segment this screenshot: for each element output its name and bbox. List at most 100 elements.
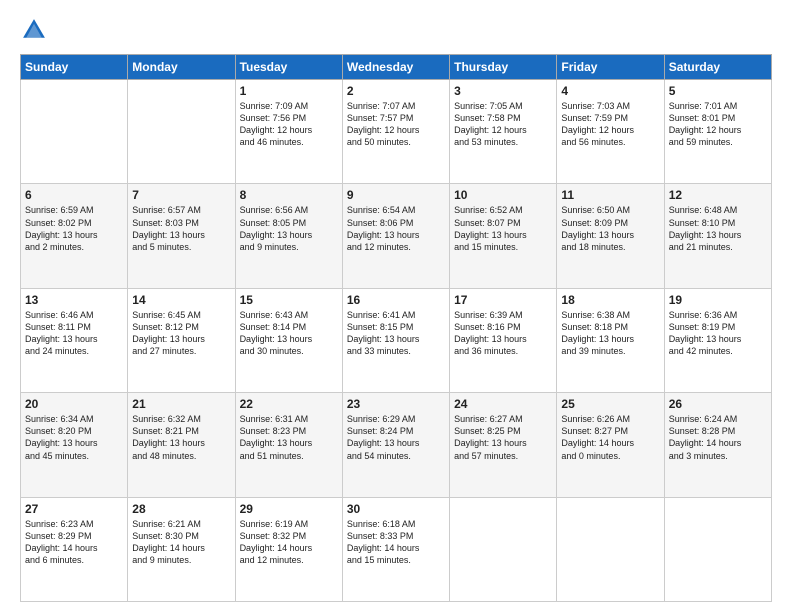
day-number: 14: [132, 293, 230, 307]
day-content: Sunrise: 6:48 AM Sunset: 8:10 PM Dayligh…: [669, 204, 767, 253]
day-content: Sunrise: 6:52 AM Sunset: 8:07 PM Dayligh…: [454, 204, 552, 253]
calendar-cell: 18 Sunrise: 6:38 AM Sunset: 8:18 PM Dayli…: [557, 288, 664, 392]
day-number: 27: [25, 502, 123, 516]
calendar-cell: [21, 80, 128, 184]
day-content: Sunrise: 6:59 AM Sunset: 8:02 PM Dayligh…: [25, 204, 123, 253]
calendar-week-0: 1 Sunrise: 7:09 AM Sunset: 7:56 PM Daylig…: [21, 80, 772, 184]
day-number: 29: [240, 502, 338, 516]
calendar-cell: 21 Sunrise: 6:32 AM Sunset: 8:21 PM Dayli…: [128, 393, 235, 497]
day-number: 17: [454, 293, 552, 307]
calendar-cell: 27 Sunrise: 6:23 AM Sunset: 8:29 PM Dayli…: [21, 497, 128, 601]
day-number: 15: [240, 293, 338, 307]
calendar-cell: 20Sunrise: 6:34 AM Sunset: 8:20 PM Dayli…: [21, 393, 128, 497]
day-content: Sunrise: 7:07 AM Sunset: 7:57 PM Dayligh…: [347, 100, 445, 149]
day-content: Sunrise: 6:57 AM Sunset: 8:03 PM Dayligh…: [132, 204, 230, 253]
day-number: 3: [454, 84, 552, 98]
day-number: 4: [561, 84, 659, 98]
day-content: Sunrise: 6:26 AM Sunset: 8:27 PM Dayligh…: [561, 413, 659, 462]
day-header-wednesday: Wednesday: [342, 55, 449, 80]
calendar-cell: 13Sunrise: 6:46 AM Sunset: 8:11 PM Dayli…: [21, 288, 128, 392]
day-content: Sunrise: 7:05 AM Sunset: 7:58 PM Dayligh…: [454, 100, 552, 149]
day-number: 9: [347, 188, 445, 202]
day-content: Sunrise: 6:36 AM Sunset: 8:19 PM Dayligh…: [669, 309, 767, 358]
day-content: Sunrise: 6:38 AM Sunset: 8:18 PM Dayligh…: [561, 309, 659, 358]
day-number: 11: [561, 188, 659, 202]
day-content: Sunrise: 6:29 AM Sunset: 8:24 PM Dayligh…: [347, 413, 445, 462]
calendar-cell: 25 Sunrise: 6:26 AM Sunset: 8:27 PM Dayli…: [557, 393, 664, 497]
calendar-week-1: 6 Sunrise: 6:59 AM Sunset: 8:02 PM Daylig…: [21, 184, 772, 288]
calendar: SundayMondayTuesdayWednesdayThursdayFrid…: [20, 54, 772, 602]
day-header-sunday: Sunday: [21, 55, 128, 80]
day-number: 24: [454, 397, 552, 411]
day-content: Sunrise: 6:45 AM Sunset: 8:12 PM Dayligh…: [132, 309, 230, 358]
day-number: 19: [669, 293, 767, 307]
logo-icon: [20, 16, 48, 44]
day-number: 22: [240, 397, 338, 411]
day-content: Sunrise: 6:23 AM Sunset: 8:29 PM Dayligh…: [25, 518, 123, 567]
day-number: 21: [132, 397, 230, 411]
day-content: Sunrise: 6:56 AM Sunset: 8:05 PM Dayligh…: [240, 204, 338, 253]
day-number: 26: [669, 397, 767, 411]
calendar-cell: 26 Sunrise: 6:24 AM Sunset: 8:28 PM Dayli…: [664, 393, 771, 497]
day-number: 25: [561, 397, 659, 411]
logo: [20, 16, 52, 44]
day-number: 12: [669, 188, 767, 202]
day-number: 5: [669, 84, 767, 98]
day-content: Sunrise: 6:39 AM Sunset: 8:16 PM Dayligh…: [454, 309, 552, 358]
day-number: 16: [347, 293, 445, 307]
calendar-cell: 12 Sunrise: 6:48 AM Sunset: 8:10 PM Dayli…: [664, 184, 771, 288]
day-header-monday: Monday: [128, 55, 235, 80]
day-content: Sunrise: 6:18 AM Sunset: 8:33 PM Dayligh…: [347, 518, 445, 567]
calendar-cell: 7 Sunrise: 6:57 AM Sunset: 8:03 PM Daylig…: [128, 184, 235, 288]
calendar-cell: [557, 497, 664, 601]
day-content: Sunrise: 6:24 AM Sunset: 8:28 PM Dayligh…: [669, 413, 767, 462]
day-content: Sunrise: 7:01 AM Sunset: 8:01 PM Dayligh…: [669, 100, 767, 149]
calendar-cell: [450, 497, 557, 601]
calendar-cell: 9 Sunrise: 6:54 AM Sunset: 8:06 PM Daylig…: [342, 184, 449, 288]
day-content: Sunrise: 6:19 AM Sunset: 8:32 PM Dayligh…: [240, 518, 338, 567]
day-number: 30: [347, 502, 445, 516]
calendar-cell: 3 Sunrise: 7:05 AM Sunset: 7:58 PM Daylig…: [450, 80, 557, 184]
calendar-cell: 6 Sunrise: 6:59 AM Sunset: 8:02 PM Daylig…: [21, 184, 128, 288]
day-number: 2: [347, 84, 445, 98]
day-header-tuesday: Tuesday: [235, 55, 342, 80]
calendar-cell: 8 Sunrise: 6:56 AM Sunset: 8:05 PM Daylig…: [235, 184, 342, 288]
calendar-cell: 11 Sunrise: 6:50 AM Sunset: 8:09 PM Dayli…: [557, 184, 664, 288]
calendar-cell: 22Sunrise: 6:31 AM Sunset: 8:23 PM Dayli…: [235, 393, 342, 497]
day-number: 20: [25, 397, 123, 411]
calendar-cell: 30 Sunrise: 6:18 AM Sunset: 8:33 PM Dayli…: [342, 497, 449, 601]
day-header-friday: Friday: [557, 55, 664, 80]
day-content: Sunrise: 6:41 AM Sunset: 8:15 PM Dayligh…: [347, 309, 445, 358]
calendar-week-2: 13Sunrise: 6:46 AM Sunset: 8:11 PM Dayli…: [21, 288, 772, 392]
calendar-cell: 19 Sunrise: 6:36 AM Sunset: 8:19 PM Dayli…: [664, 288, 771, 392]
calendar-week-4: 27 Sunrise: 6:23 AM Sunset: 8:29 PM Dayli…: [21, 497, 772, 601]
day-content: Sunrise: 6:46 AM Sunset: 8:11 PM Dayligh…: [25, 309, 123, 358]
calendar-cell: 1 Sunrise: 7:09 AM Sunset: 7:56 PM Daylig…: [235, 80, 342, 184]
day-number: 1: [240, 84, 338, 98]
calendar-cell: 2 Sunrise: 7:07 AM Sunset: 7:57 PM Daylig…: [342, 80, 449, 184]
day-number: 18: [561, 293, 659, 307]
day-content: Sunrise: 6:50 AM Sunset: 8:09 PM Dayligh…: [561, 204, 659, 253]
day-number: 6: [25, 188, 123, 202]
day-content: Sunrise: 6:43 AM Sunset: 8:14 PM Dayligh…: [240, 309, 338, 358]
calendar-cell: 15 Sunrise: 6:43 AM Sunset: 8:14 PM Dayli…: [235, 288, 342, 392]
calendar-cell: 17 Sunrise: 6:39 AM Sunset: 8:16 PM Dayli…: [450, 288, 557, 392]
page: SundayMondayTuesdayWednesdayThursdayFrid…: [0, 0, 792, 612]
day-content: Sunrise: 6:32 AM Sunset: 8:21 PM Dayligh…: [132, 413, 230, 462]
calendar-header-row: SundayMondayTuesdayWednesdayThursdayFrid…: [21, 55, 772, 80]
day-number: 23: [347, 397, 445, 411]
day-number: 8: [240, 188, 338, 202]
day-header-saturday: Saturday: [664, 55, 771, 80]
day-content: Sunrise: 7:03 AM Sunset: 7:59 PM Dayligh…: [561, 100, 659, 149]
calendar-cell: 16 Sunrise: 6:41 AM Sunset: 8:15 PM Dayli…: [342, 288, 449, 392]
header: [20, 16, 772, 44]
calendar-cell: 23 Sunrise: 6:29 AM Sunset: 8:24 PM Dayli…: [342, 393, 449, 497]
day-number: 10: [454, 188, 552, 202]
calendar-cell: [128, 80, 235, 184]
day-content: Sunrise: 6:54 AM Sunset: 8:06 PM Dayligh…: [347, 204, 445, 253]
calendar-cell: 5 Sunrise: 7:01 AM Sunset: 8:01 PM Daylig…: [664, 80, 771, 184]
calendar-cell: 10 Sunrise: 6:52 AM Sunset: 8:07 PM Dayli…: [450, 184, 557, 288]
day-number: 7: [132, 188, 230, 202]
calendar-cell: 29 Sunrise: 6:19 AM Sunset: 8:32 PM Dayli…: [235, 497, 342, 601]
day-content: Sunrise: 7:09 AM Sunset: 7:56 PM Dayligh…: [240, 100, 338, 149]
